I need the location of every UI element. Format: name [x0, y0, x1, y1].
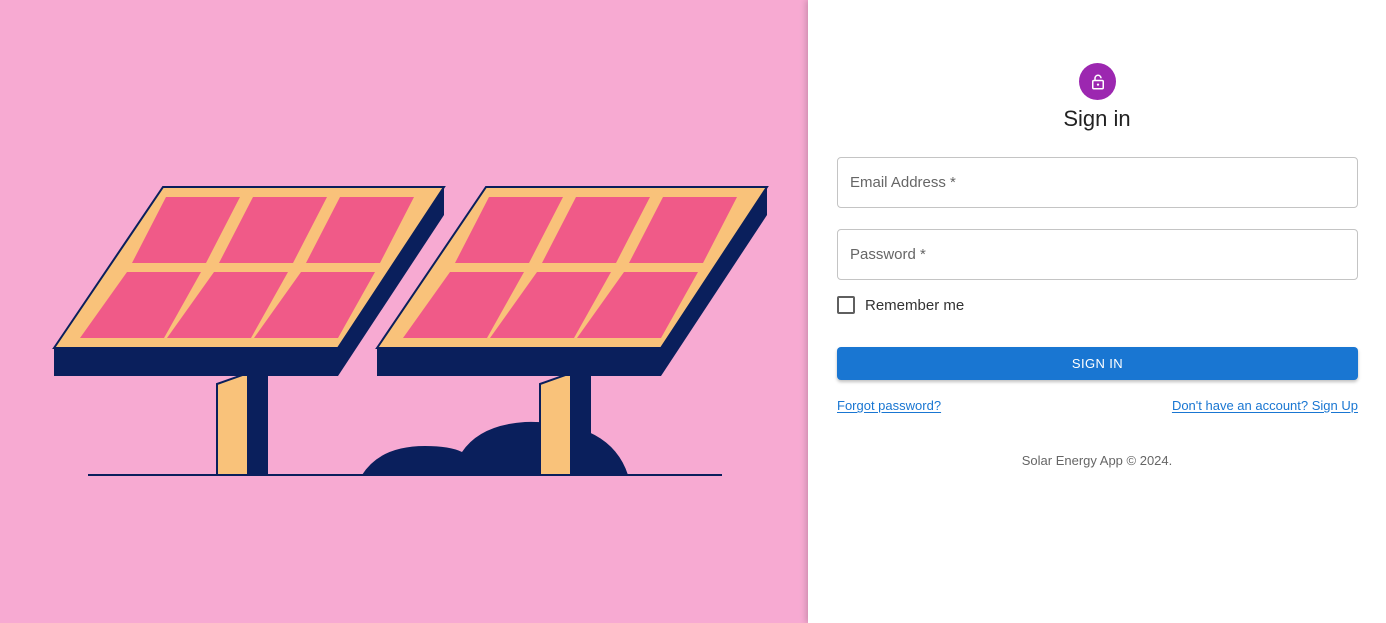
right-post-side — [571, 373, 591, 475]
solar-panels-illustration — [52, 186, 769, 476]
password-field[interactable] — [838, 230, 1357, 279]
left-post-side — [248, 373, 268, 475]
page: Sign in Remember me SIGN IN Forgot passw… — [0, 0, 1386, 623]
sign-in-panel: Sign in Remember me SIGN IN Forgot passw… — [808, 0, 1386, 623]
sign-in-button[interactable]: SIGN IN — [837, 347, 1358, 380]
hero-panel — [0, 0, 808, 623]
email-field-container — [837, 157, 1358, 208]
avatar — [1079, 63, 1116, 100]
left-post-front — [216, 371, 249, 476]
forgot-password-link[interactable]: Forgot password? — [837, 398, 941, 413]
lock-icon — [1091, 74, 1104, 89]
password-field-container — [837, 229, 1358, 280]
remember-me-checkbox[interactable] — [837, 296, 855, 314]
remember-me[interactable]: Remember me — [837, 296, 964, 314]
page-title: Sign in — [1063, 106, 1131, 131]
sign-up-link[interactable]: Don't have an account? Sign Up — [1172, 398, 1358, 413]
email-field[interactable] — [838, 158, 1357, 207]
remember-me-label: Remember me — [865, 296, 965, 314]
right-post-front — [539, 371, 572, 476]
footer-copyright: Solar Energy App © 2024. — [1021, 453, 1173, 468]
